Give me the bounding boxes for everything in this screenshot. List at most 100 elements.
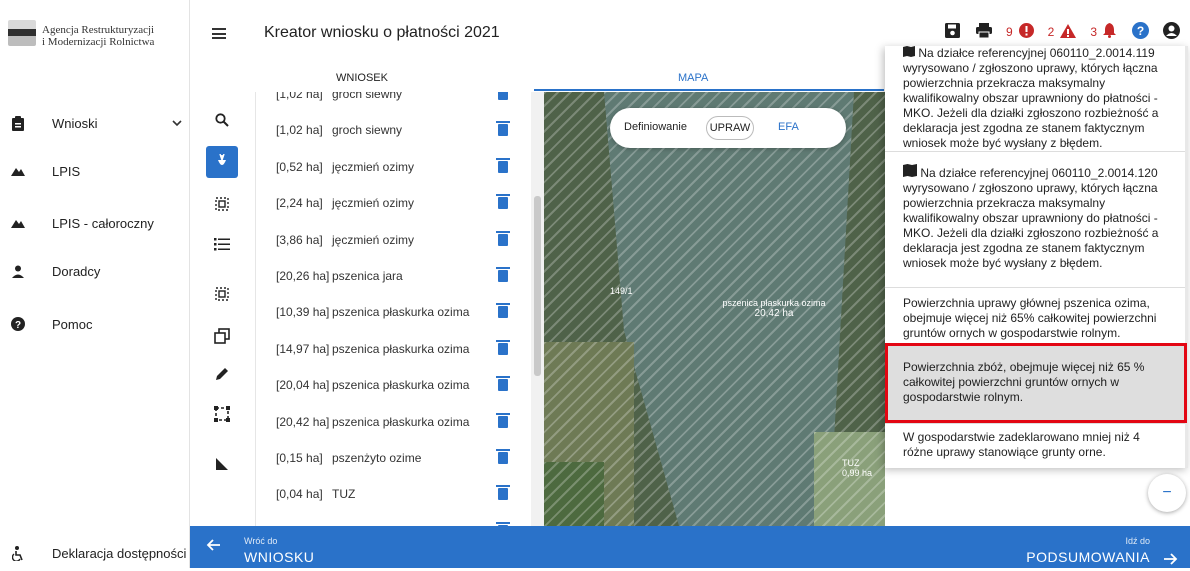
trash-icon[interactable] (496, 267, 510, 282)
trash-icon[interactable] (496, 449, 510, 464)
scrollbar-thumb[interactable] (534, 196, 541, 376)
sidebar-item-wnioski[interactable]: Wnioski (0, 108, 190, 138)
crop-row[interactable]: [20,04 ha] pszenica płaskurka ozima (276, 373, 516, 397)
tab-mapa[interactable]: MAPA (678, 72, 708, 84)
message-item[interactable]: W gospodarstwie zadeklarowano mniej niż … (885, 424, 1188, 468)
next-button[interactable]: PODSUMOWANIA (1026, 549, 1150, 565)
tab-wniosek[interactable]: WNIOSEK (336, 72, 388, 84)
account-icon[interactable] (1163, 22, 1180, 42)
crop-row[interactable]: [1,02 ha] groch siewny (276, 92, 516, 106)
message-item[interactable]: Na działce referencyjnej 060110_2.0014.1… (885, 152, 1188, 288)
message-item[interactable]: Na działce referencyjnej 060110_2.0014.1… (885, 46, 1188, 152)
crop-tool-icon[interactable] (206, 146, 238, 178)
tuz-area-label: 0,99 ha (842, 468, 873, 478)
warning-triangle-icon[interactable] (1060, 23, 1077, 41)
save-icon[interactable] (944, 23, 960, 41)
back-button[interactable]: WNIOSKU (244, 549, 314, 565)
crop-row[interactable]: [10,39 ha] pszenica płaskurka ozima (276, 300, 516, 324)
select-parcel-icon[interactable] (206, 188, 238, 220)
arimr-logo-icon (8, 20, 36, 46)
copy-geometry-icon[interactable] (206, 320, 238, 352)
message-item[interactable]: Powierzchnia uprawy głównej pszenica ozi… (885, 288, 1188, 344)
definiowanie-label: Definiowanie (624, 121, 687, 133)
map-tools (190, 92, 256, 526)
crop-row[interactable]: [0,04 ha] TUZ (276, 482, 516, 506)
crop-name: pszenżyto ozime (332, 451, 422, 465)
map-icon (903, 164, 917, 180)
field-name-label: pszenica płaskurka ozima (722, 298, 826, 308)
zoom-out-button[interactable]: − (1148, 474, 1186, 512)
info-count: 9 (1005, 25, 1013, 39)
crop-area: [0,52 ha] (276, 159, 323, 174)
map-view[interactable]: Definiowanie UPRAW EFA 149/1 pszenica pł… (544, 92, 885, 526)
definiowanie-switch: Definiowanie UPRAW EFA (610, 108, 846, 148)
sidebar-item-doradcy[interactable]: Doradcy (0, 256, 190, 286)
mountain-icon (10, 215, 26, 231)
sidebar-item-label: LPIS (52, 163, 81, 179)
crop-name: jęczmień ozimy (332, 232, 415, 247)
crop-row[interactable]: [20,26 ha] pszenica jara (276, 264, 516, 288)
sidebar-item-pomoc[interactable]: ? Pomoc (0, 309, 190, 339)
parcel-label: 149/1 (610, 286, 633, 296)
warning-count: 2 (1047, 25, 1055, 39)
crop-row[interactable]: [1,02 ha] groch siewny (276, 118, 516, 142)
trash-icon[interactable] (496, 303, 510, 319)
sidebar-item-deklaracja-dostepnosci[interactable]: Deklaracja dostępności (0, 538, 190, 568)
brand-logo: Agencja Restrukturyzacji i Modernizacji … (8, 4, 154, 48)
crop-area: [1,02 ha] (276, 123, 323, 138)
mountain-icon (10, 163, 26, 179)
person-icon (10, 263, 26, 279)
crop-row[interactable]: [3,86 ha] jęczmień ozimy (276, 228, 516, 252)
crop-name: pszenica jara (332, 269, 403, 283)
trash-icon[interactable] (496, 121, 510, 137)
crop-area: [3,86 ha] (276, 232, 323, 247)
crop-list-scrollbar[interactable] (531, 92, 544, 526)
search-icon[interactable] (206, 104, 238, 136)
sidebar-item-label: Wnioski (52, 115, 98, 131)
crop-area: [2,24 ha] (276, 196, 323, 211)
crop-row[interactable]: [0,52 ha] jęczmień ozimy (276, 155, 516, 179)
crop-row[interactable]: [2,24 ha] jęczmień ozimy (276, 191, 516, 215)
sidebar-item-lpis-caloroczny[interactable]: LPIS - całoroczny (0, 208, 190, 238)
sidebar-item-lpis[interactable]: LPIS (0, 156, 190, 186)
edit-pencil-icon[interactable] (206, 358, 238, 390)
arrow-left-icon[interactable] (206, 538, 220, 557)
crop-area: [14,97 ha] (276, 341, 330, 356)
trash-icon[interactable] (496, 157, 510, 173)
trash-icon[interactable] (496, 194, 510, 210)
trash-icon[interactable] (496, 376, 510, 392)
help-circle-icon[interactable]: ? (1132, 22, 1149, 42)
crop-area: [0,15 ha] (276, 451, 323, 465)
crop-area: [20,04 ha] (276, 378, 330, 393)
crop-name: groch siewny (332, 123, 403, 138)
alert-count: 3 (1090, 25, 1097, 39)
crop-name: pszenica płaskurka ozima (332, 341, 470, 356)
select-area-icon[interactable] (206, 278, 238, 310)
crop-list: [1,02 ha] groch siewny [1,02 ha] groch siew… (256, 92, 531, 526)
crop-row[interactable]: [20,42 ha] pszenica płaskurka ozima (276, 410, 516, 434)
print-icon[interactable] (975, 23, 992, 41)
accessibility-icon (10, 545, 26, 561)
trash-icon[interactable] (496, 230, 510, 246)
efa-toggle[interactable]: EFA (778, 121, 799, 133)
error-circle-icon[interactable] (1018, 23, 1034, 41)
measure-angle-icon[interactable] (206, 448, 238, 480)
highlight-frame (885, 343, 1187, 423)
arrow-right-icon[interactable] (1164, 552, 1178, 571)
crop-row[interactable]: [0,14 ha]TUZ (276, 519, 516, 526)
upraw-toggle[interactable]: UPRAW (706, 116, 754, 140)
header-actions: 9 2 3 ? (944, 22, 1180, 42)
trash-icon[interactable] (496, 412, 510, 428)
trash-icon[interactable] (498, 92, 508, 100)
trash-icon[interactable] (496, 485, 510, 501)
bell-icon[interactable] (1103, 23, 1116, 41)
draw-rectangle-icon[interactable] (206, 398, 238, 430)
crop-row[interactable]: [0,15 ha] pszenżyto ozime (276, 446, 516, 470)
crop-row[interactable]: [14,97 ha] pszenica płaskurka ozima (276, 337, 516, 361)
message-text: Na działce referencyjnej 060110_2.0014.1… (903, 166, 1159, 270)
sidebar-item-label: Doradcy (52, 263, 101, 279)
menu-icon[interactable] (212, 28, 226, 39)
help-icon: ? (10, 316, 26, 332)
trash-icon[interactable] (496, 339, 510, 355)
list-icon[interactable] (206, 228, 238, 260)
